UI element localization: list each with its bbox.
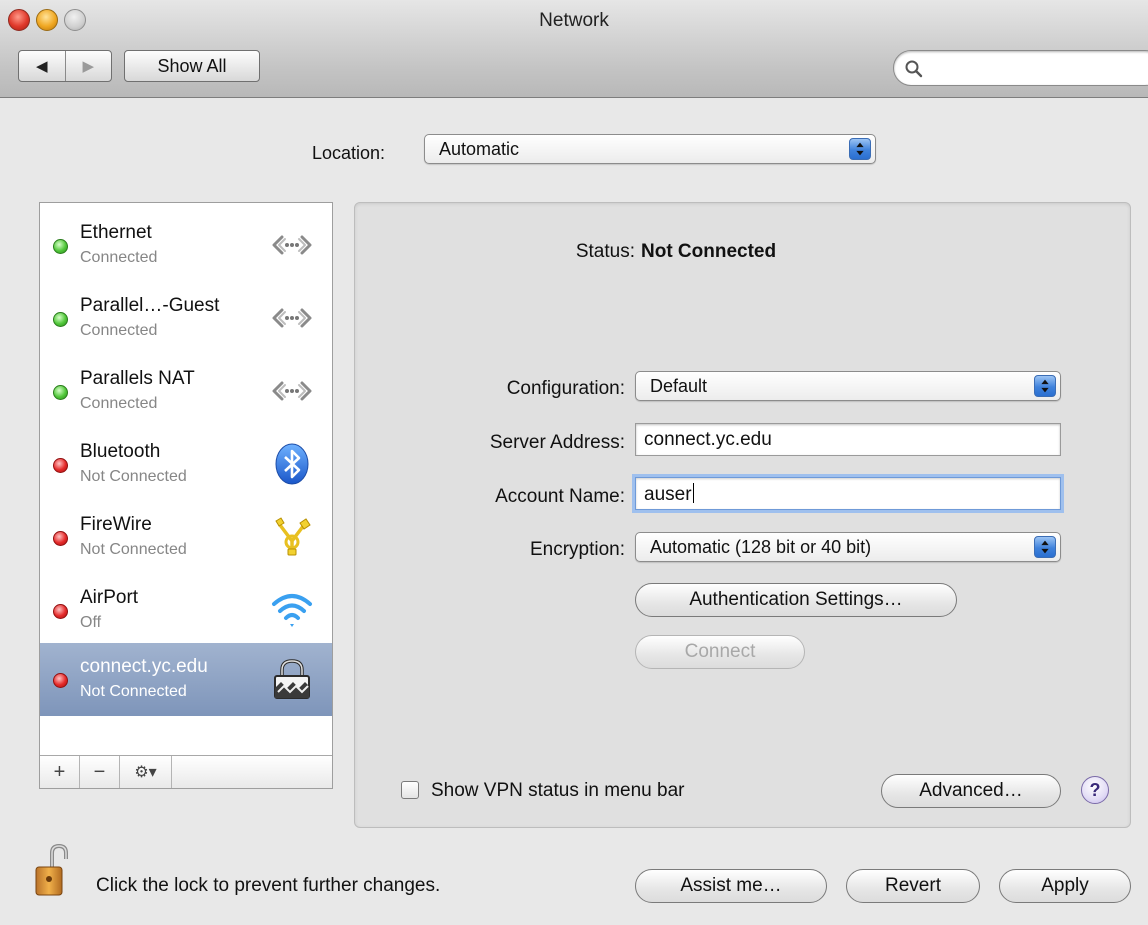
search-icon [905,60,923,78]
gear-menu-button[interactable]: ⚙▾ [120,756,172,788]
location-popup[interactable]: Automatic [424,134,876,164]
service-item-firewire[interactable]: FireWire Not Connected [40,501,332,574]
airport-icon [272,594,312,627]
bluetooth-icon [275,443,309,485]
service-name: Ethernet [80,222,152,243]
back-button[interactable]: ◀ [19,51,66,81]
status-label: Status: [575,241,635,262]
configuration-value: Default [650,376,708,396]
encryption-value: Automatic (128 bit or 40 bit) [650,537,872,557]
service-name: FireWire [80,514,152,535]
server-address-label: Server Address: [489,432,625,453]
location-label: Location: [312,143,386,163]
vpn-detail-pane: Status: Not Connected Configuration: Def… [354,202,1131,828]
window-title: Network [539,10,609,31]
service-status: Connected [80,395,158,412]
service-status: Not Connected [80,468,187,485]
ethernet-icon [272,308,312,328]
encryption-label: Encryption: [529,539,625,560]
status-indicator [53,385,68,400]
service-status: Connected [80,322,158,339]
ethernet-icon [272,235,312,255]
service-name: Parallels NAT [80,368,195,389]
status-indicator [53,604,68,619]
remove-service-button[interactable]: − [80,756,120,788]
service-item-bluetooth[interactable]: Bluetooth Not Connected [40,428,332,501]
server-address-field[interactable]: connect.yc.edu [635,423,1061,456]
service-status: Not Connected [80,683,187,700]
add-service-button[interactable]: + [40,756,80,788]
revert-button[interactable]: Revert [846,869,980,903]
configuration-label: Configuration: [506,378,625,399]
service-item-ethernet[interactable]: Ethernet Connected [40,209,332,282]
service-status: Connected [80,249,158,266]
show-vpn-status-checkbox[interactable] [401,781,419,799]
account-name-value: auser [644,484,692,505]
authentication-settings-button[interactable]: Authentication Settings… [635,583,957,617]
back-arrow-icon: ◀ [35,58,48,75]
service-status: Off [80,614,102,631]
status-indicator [53,531,68,546]
assist-me-button[interactable]: Assist me… [635,869,827,903]
status-indicator [53,673,68,688]
service-name: Bluetooth [80,441,161,462]
account-name-field[interactable]: auser [635,477,1061,510]
status-indicator [53,458,68,473]
service-name: AirPort [80,587,139,608]
popup-arrows-icon [1034,375,1056,397]
forward-arrow-icon: ▶ [82,58,95,75]
service-name: Parallel…-Guest [80,295,220,316]
account-name-label: Account Name: [495,486,625,507]
gear-icon: ⚙▾ [134,764,157,781]
search-field[interactable] [893,50,1148,86]
location-value: Automatic [439,139,520,159]
help-button[interactable]: ? [1081,776,1109,804]
lock-message: Click the lock to prevent further change… [96,875,441,896]
advanced-button[interactable]: Advanced… [881,774,1061,808]
service-item-parallels-guest[interactable]: Parallel…-Guest Connected [40,282,332,355]
firewire-icon [275,517,311,556]
network-preferences-window: Network ◀ ▶ Show All Location: Automatic… [0,0,1148,925]
status-value: Not Connected [641,241,777,262]
service-item-vpn-connect-yc-edu[interactable]: connect.yc.edu Not Connected [40,643,332,716]
show-all-button[interactable]: Show All [124,50,260,82]
service-list-toolbar: + − ⚙▾ [40,755,332,788]
popup-arrows-icon [849,138,871,160]
encryption-popup[interactable]: Automatic (128 bit or 40 bit) [635,532,1061,562]
apply-button[interactable]: Apply [999,869,1131,903]
service-status: Not Connected [80,541,187,558]
service-name: connect.yc.edu [80,656,208,677]
ethernet-icon [272,381,312,401]
show-vpn-status-label: Show VPN status in menu bar [431,780,685,801]
service-item-airport[interactable]: AirPort Off [40,574,332,647]
connect-button[interactable]: Connect [635,635,805,669]
title-bar: Network ◀ ▶ Show All [0,0,1148,98]
back-forward-control: ◀ ▶ [18,50,112,82]
status-indicator [53,239,68,254]
text-caret [692,483,694,503]
vpn-lock-icon [274,659,310,699]
configuration-popup[interactable]: Default [635,371,1061,401]
forward-button[interactable]: ▶ [66,51,112,81]
service-list: Ethernet Connected Parallel…-Guest Conne… [39,202,333,789]
status-indicator [53,312,68,327]
lock-icon[interactable] [32,843,82,897]
service-item-parallels-nat[interactable]: Parallels NAT Connected [40,355,332,428]
popup-arrows-icon [1034,536,1056,558]
